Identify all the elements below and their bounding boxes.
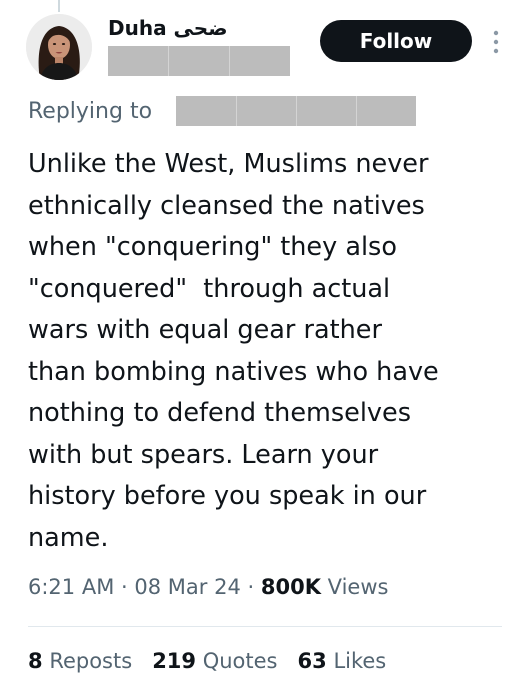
- follow-button[interactable]: Follow: [320, 20, 472, 62]
- engagement-stats: 8 Reposts 219 Quotes 63 Likes: [28, 644, 386, 678]
- more-vertical-icon[interactable]: [493, 30, 499, 54]
- views-label: Views: [327, 575, 389, 599]
- tweet-text: Unlike the West, Muslims never ethnicall…: [28, 144, 500, 559]
- meta-separator: ·: [121, 575, 128, 599]
- divider: [28, 626, 502, 627]
- reposts-count: 8: [28, 649, 43, 673]
- tweet-text-line: with but spears. Learn your: [28, 439, 379, 470]
- views-count: 800K: [260, 575, 321, 599]
- replying-to-label: Replying to: [28, 98, 153, 124]
- reposts-stat[interactable]: 8 Reposts: [28, 644, 132, 678]
- meta-separator: ·: [247, 575, 255, 599]
- tweet-text-line: than bombing natives who have: [28, 356, 439, 387]
- likes-count: 63: [297, 649, 327, 673]
- tweet-text-line: "conquered" through actual: [28, 273, 391, 304]
- reposts-label: Reposts: [49, 649, 133, 673]
- redacted-handle: [108, 46, 290, 76]
- profile-photo-icon: [26, 14, 92, 80]
- display-name[interactable]: Duha ضحى: [108, 14, 228, 42]
- quotes-count: 219: [152, 649, 197, 673]
- tweet-text-line: history before you speak in our: [28, 481, 427, 511]
- tweet-text-line: when "conquering" they also: [28, 232, 397, 262]
- tweet-text-line: Unlike the West, Muslims never: [28, 149, 429, 179]
- redacted-reply-target: [176, 96, 416, 126]
- tweet-text-line: wars with equal gear rather: [28, 315, 382, 345]
- likes-stat[interactable]: 63 Likes: [298, 644, 387, 678]
- quotes-label: Quotes: [202, 649, 278, 673]
- quotes-stat[interactable]: 219 Quotes: [152, 644, 277, 678]
- replying-to: Replying to: [28, 94, 152, 128]
- avatar[interactable]: [26, 14, 92, 80]
- thread-connector-line: [58, 0, 60, 12]
- tweet-date[interactable]: 08 Mar 24: [134, 575, 240, 599]
- tweet-text-line: ethnically cleansed the natives: [28, 190, 425, 221]
- tweet-metadata: 6:21 AM · 08 Mar 24 · 800K Views: [28, 570, 388, 604]
- likes-label: Likes: [333, 649, 387, 673]
- tweet-text-line: nothing to defend themselves: [28, 398, 411, 428]
- tweet-text-line: name.: [28, 522, 109, 553]
- tweet-time[interactable]: 6:21 AM: [28, 575, 114, 599]
